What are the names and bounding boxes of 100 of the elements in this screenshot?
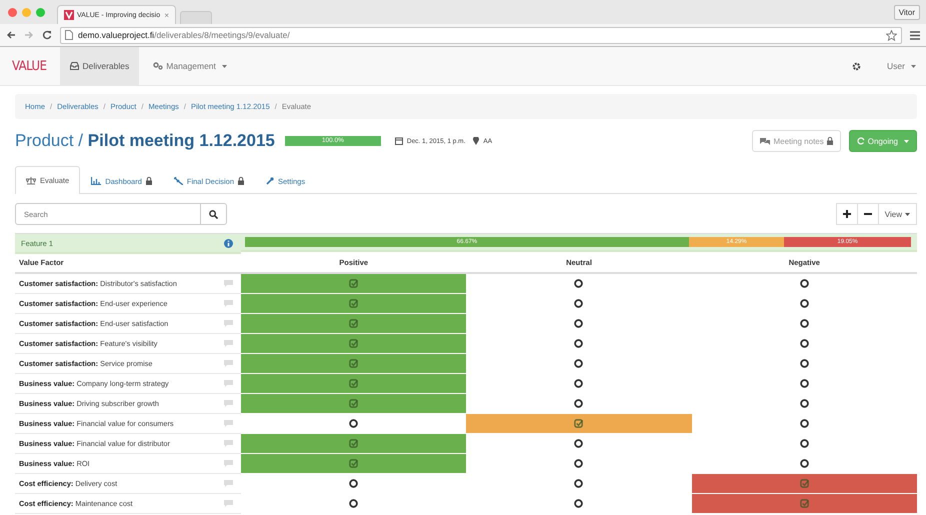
status-dropdown-button[interactable]: Ongoing [848, 130, 917, 152]
nav-link[interactable]: Deliverables [60, 47, 140, 85]
empty-circle-icon [349, 419, 358, 428]
rating-cell[interactable] [241, 374, 466, 394]
checked-box-icon [349, 399, 358, 408]
map-marker-icon [473, 137, 480, 145]
empty-circle-icon [349, 499, 358, 508]
comment-icon[interactable] [224, 380, 233, 387]
checked-box-icon [349, 379, 358, 388]
empty-circle-icon [800, 379, 809, 388]
expand-button[interactable] [836, 203, 858, 225]
info-icon[interactable] [224, 238, 233, 248]
lock-icon [238, 177, 244, 185]
rating-cell[interactable] [241, 314, 466, 334]
caret-icon [905, 212, 910, 216]
parent-title[interactable]: Product / [15, 131, 84, 150]
comment-icon[interactable] [224, 500, 233, 507]
new-tab-button[interactable] [180, 11, 212, 24]
comment-icon[interactable] [224, 440, 233, 447]
meeting-title: Pilot meeting 1.12.2015 [88, 131, 275, 150]
collapse-button[interactable] [856, 203, 879, 225]
comment-icon[interactable] [224, 460, 233, 467]
profile-button[interactable]: Vitor [894, 4, 920, 20]
checked-box-icon [800, 479, 809, 488]
checked-box-icon [349, 439, 358, 448]
comment-icon[interactable] [224, 420, 233, 427]
rating-cell[interactable] [241, 274, 466, 294]
tab-close-button[interactable]: × [164, 10, 169, 20]
reload-icon[interactable] [42, 30, 52, 40]
checked-box-icon [349, 319, 358, 328]
address-bar[interactable]: demo.valueproject.fi/deliverables/8/meetings/9/evaluate/ [60, 26, 902, 44]
empty-circle-icon [800, 299, 809, 308]
wrench-icon [266, 177, 274, 185]
comments-icon [760, 137, 770, 145]
brand-logo[interactable]: VALUE [12, 58, 46, 74]
rating-cell[interactable] [241, 354, 466, 374]
minimize-window-icon[interactable] [22, 8, 31, 16]
checked-box-icon [349, 299, 358, 308]
comment-icon[interactable] [224, 480, 233, 487]
rating-cell[interactable] [692, 474, 917, 494]
checked-box-icon [349, 459, 358, 468]
checked-box-icon [349, 359, 358, 368]
empty-circle-icon [800, 339, 809, 348]
view-dropdown-button[interactable]: View [878, 203, 917, 225]
search-button[interactable] [201, 203, 227, 225]
empty-circle-icon [800, 459, 809, 468]
search-icon [209, 210, 218, 218]
refresh-icon [856, 137, 865, 145]
checked-box-icon [800, 499, 809, 508]
comment-icon[interactable] [224, 340, 233, 347]
chart-icon [91, 177, 102, 185]
empty-circle-icon [800, 279, 809, 288]
empty-circle-icon [574, 319, 584, 328]
empty-circle-icon [574, 279, 584, 288]
user-menu[interactable]: User [877, 47, 916, 85]
comment-icon[interactable] [224, 400, 233, 407]
empty-circle-icon [800, 319, 809, 328]
empty-circle-icon [574, 439, 584, 448]
checked-box-icon [574, 419, 584, 428]
comment-icon[interactable] [224, 360, 233, 367]
empty-circle-icon [800, 399, 809, 408]
settings-icon[interactable] [852, 62, 862, 70]
comment-icon[interactable] [224, 320, 233, 327]
gavel-icon [174, 177, 183, 185]
balance-icon [26, 176, 36, 184]
empty-circle-icon [574, 459, 584, 468]
zoom-window-icon[interactable] [36, 8, 45, 16]
comment-icon[interactable] [224, 300, 233, 307]
meeting-notes-button[interactable]: Meeting notes [752, 130, 841, 152]
caret-icon [911, 64, 916, 68]
lock-icon [826, 137, 833, 145]
rating-cell[interactable] [241, 294, 466, 314]
empty-circle-icon [574, 499, 584, 508]
empty-circle-icon [574, 399, 584, 408]
menu-icon[interactable] [910, 30, 920, 40]
checked-box-icon [349, 279, 358, 288]
empty-circle-icon [800, 439, 809, 448]
empty-circle-icon [574, 479, 584, 488]
empty-circle-icon [349, 479, 358, 488]
empty-circle-icon [574, 359, 584, 368]
rating-cell[interactable] [241, 434, 466, 454]
checked-box-icon [349, 339, 358, 348]
rating-cell[interactable] [692, 494, 917, 514]
star-icon[interactable] [886, 30, 897, 40]
gears-icon [153, 62, 164, 70]
caret-icon [222, 64, 227, 68]
forward-icon[interactable] [24, 30, 34, 40]
favicon-icon [64, 10, 74, 20]
nav-link[interactable]: Management [143, 47, 237, 85]
close-window-icon[interactable] [8, 8, 17, 16]
rating-cell[interactable] [241, 334, 466, 354]
minus-icon [864, 210, 872, 218]
rating-cell[interactable] [241, 454, 466, 474]
empty-circle-icon [574, 299, 584, 308]
empty-circle-icon [800, 359, 809, 368]
comment-icon[interactable] [224, 280, 233, 287]
rating-cell[interactable] [466, 414, 692, 434]
inbox-icon [70, 62, 80, 70]
rating-cell[interactable] [241, 394, 466, 414]
back-icon[interactable] [6, 30, 16, 40]
